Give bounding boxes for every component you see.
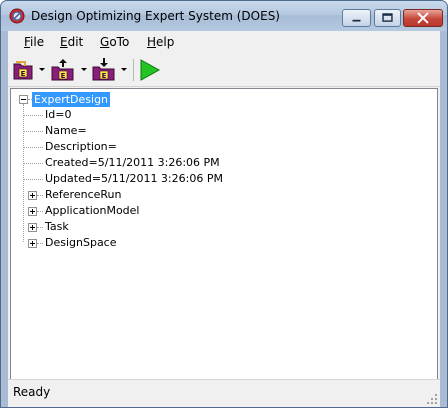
open-design-button[interactable]: E — [11, 58, 35, 82]
upload-design-letter: E — [61, 72, 66, 80]
tree-expand-icon[interactable] — [28, 239, 37, 248]
tree-connector — [37, 211, 43, 212]
tree-connector — [37, 227, 43, 228]
menu-help-label: elp — [156, 35, 175, 49]
run-button[interactable] — [138, 58, 162, 82]
open-design-icon: E — [13, 61, 33, 80]
tree-guide-line — [23, 104, 24, 242]
tree-connector — [23, 179, 43, 180]
menu-goto-label: oTo — [109, 35, 130, 49]
tree-property-id[interactable]: Id=0 — [45, 108, 71, 122]
upload-design-button[interactable]: E — [50, 58, 76, 82]
resize-grip-icon[interactable] — [427, 394, 437, 404]
run-play-icon — [140, 59, 161, 81]
app-window: Design Optimizing Expert System (DOES) F… — [0, 0, 448, 408]
status-text: Ready — [13, 385, 51, 399]
tree-node-task[interactable]: Task — [45, 220, 69, 234]
upload-design-dropdown-icon[interactable] — [81, 68, 87, 71]
menu-help[interactable]: Help — [147, 35, 174, 49]
tree-property-description[interactable]: Description= — [45, 140, 117, 154]
download-design-letter: E — [102, 72, 107, 80]
menu-file-label: ile — [30, 35, 45, 49]
open-design-dropdown-icon[interactable] — [39, 68, 45, 71]
design-tree-view[interactable]: ExpertDesign Id=0 Name= Description= Cre… — [10, 88, 438, 407]
tree-node-expertdesign[interactable]: ExpertDesign — [32, 92, 111, 107]
menu-file[interactable]: File — [24, 35, 44, 49]
download-design-dropdown-icon[interactable] — [121, 68, 127, 71]
menu-bar: File Edit GoTo Help — [8, 31, 440, 53]
tree-connector — [37, 195, 43, 196]
menu-edit-mnemonic: E — [60, 35, 68, 49]
client-area: File Edit GoTo Help E E E ExpertDesign I… — [8, 31, 440, 407]
close-button[interactable] — [403, 9, 443, 27]
status-bar: Ready — [8, 379, 440, 407]
tree-connector — [23, 163, 43, 164]
tree-property-created[interactable]: Created=5/11/2011 3:26:06 PM — [45, 156, 220, 170]
menu-help-mnemonic: H — [147, 35, 157, 49]
window-title: Design Optimizing Expert System (DOES) — [31, 9, 280, 23]
upload-design-icon: E — [51, 59, 74, 81]
download-design-button[interactable]: E — [91, 58, 117, 82]
tree-property-name[interactable]: Name= — [45, 124, 87, 138]
open-design-letter: E — [21, 70, 26, 78]
tree-property-updated[interactable]: Updated=5/11/2011 3:26:06 PM — [45, 172, 223, 186]
tree-connector — [23, 115, 43, 116]
maximize-button[interactable] — [374, 9, 401, 27]
tree-node-referencerun[interactable]: ReferenceRun — [45, 188, 121, 202]
menu-edit[interactable]: Edit — [60, 35, 83, 49]
tree-expand-icon[interactable] — [28, 207, 37, 216]
minimize-button[interactable] — [342, 9, 371, 27]
menu-goto-mnemonic: G — [100, 35, 110, 49]
toolbar: E E E — [8, 53, 440, 87]
tree-connector — [23, 147, 43, 148]
tree-node-applicationmodel[interactable]: ApplicationModel — [45, 204, 140, 218]
app-logo-icon — [9, 8, 25, 24]
title-bar[interactable]: Design Optimizing Expert System (DOES) — [1, 1, 447, 31]
tree-root-collapse-icon[interactable] — [19, 95, 28, 104]
tree-connector — [37, 243, 43, 244]
tree-connector — [23, 131, 43, 132]
tree-expand-icon[interactable] — [28, 191, 37, 200]
toolbar-separator — [133, 59, 134, 81]
menu-edit-label: dit — [67, 35, 84, 49]
menu-goto[interactable]: GoTo — [100, 35, 129, 49]
tree-expand-icon[interactable] — [28, 223, 37, 232]
tree-node-designspace[interactable]: DesignSpace — [45, 236, 117, 250]
download-design-icon: E — [92, 58, 115, 81]
